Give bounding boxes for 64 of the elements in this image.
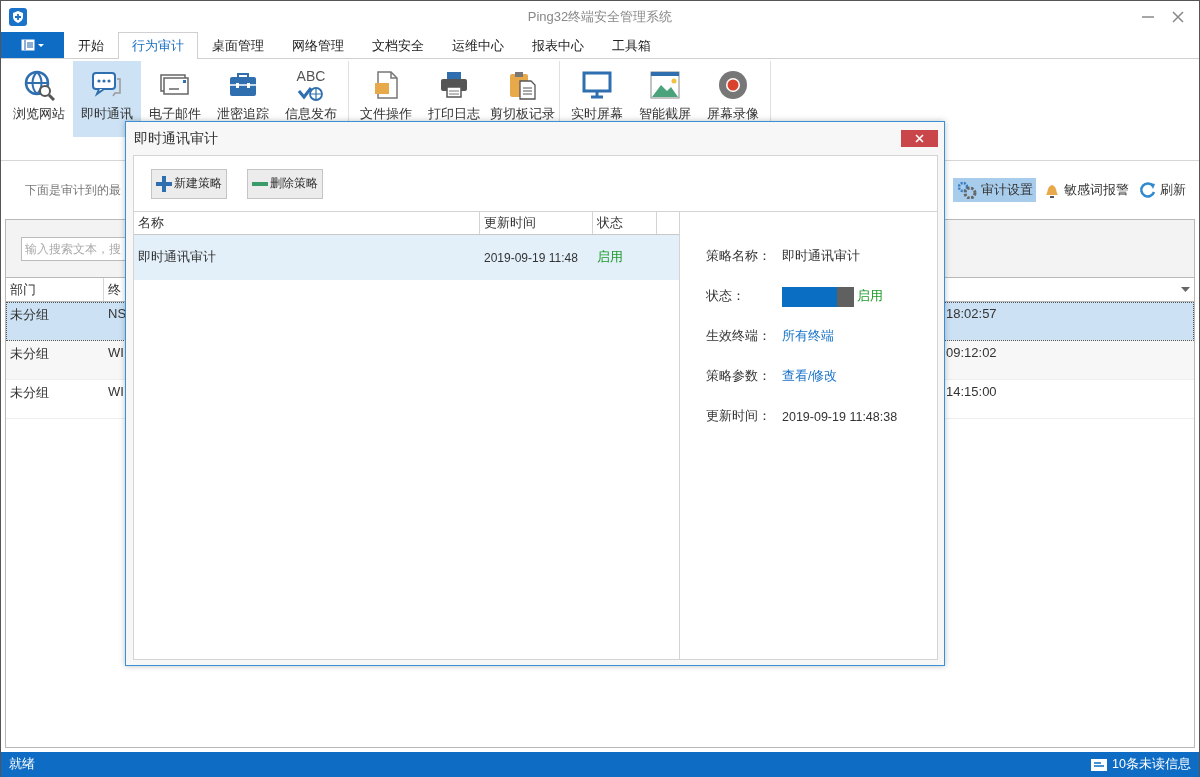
gears-icon	[956, 181, 978, 199]
field-label: 更新时间：	[706, 408, 772, 425]
info-text: 下面是审计到的最	[25, 182, 121, 198]
ribbon-tab[interactable]: 网络管理	[278, 32, 358, 59]
minimize-icon	[1142, 15, 1154, 18]
ribbon-tab[interactable]: 文档安全	[358, 32, 438, 59]
field-value: 2019-09-19 11:48:38	[782, 409, 898, 424]
image-icon	[649, 69, 681, 101]
refresh-icon	[1139, 181, 1157, 199]
dropdown-icon	[1181, 287, 1190, 292]
column-header[interactable]: 更新时间	[480, 212, 593, 234]
toolbar-button[interactable]: 删除策略	[247, 168, 323, 199]
window-title: Ping32终端安全管理系统	[527, 7, 673, 26]
status-text: 启用	[857, 288, 883, 305]
plus-icon	[156, 175, 172, 192]
list-row[interactable]: 即时通讯审计 2019-09-19 11:48 启用	[134, 235, 679, 280]
check-globe-icon	[298, 86, 324, 101]
ribbon-tab[interactable]: 报表中心	[518, 32, 598, 59]
ribbon-button[interactable]: ABC 信息发布	[277, 61, 345, 137]
toolbar-button[interactable]: 新建策略	[151, 168, 227, 199]
toolbar-button[interactable]: 刷新	[1136, 178, 1189, 202]
unread-messages-text[interactable]: 10条未读信息	[1112, 756, 1191, 773]
ribbon-tab[interactable]: 运维中心	[438, 32, 518, 59]
record-icon	[717, 69, 749, 101]
globe-search-icon	[23, 69, 55, 101]
toolbar-button[interactable]: 审计设置	[953, 178, 1036, 202]
ribbon-tab[interactable]: 开始	[64, 32, 118, 59]
column-header[interactable]: 状态	[593, 212, 657, 234]
field-label: 策略参数：	[706, 368, 772, 385]
link[interactable]: 所有终端	[782, 328, 834, 345]
ribbon-button[interactable]: 剪切板记录	[488, 61, 556, 137]
app-menu-button[interactable]	[1, 32, 64, 58]
ribbon-tab[interactable]: 桌面管理	[198, 32, 278, 59]
column-header[interactable]: 部门	[6, 278, 104, 301]
field-label: 状态：	[706, 288, 746, 305]
link[interactable]: 查看/修改	[782, 368, 838, 385]
close-icon	[1172, 10, 1184, 23]
abc-label: ABC	[296, 70, 326, 82]
printer-icon	[438, 69, 470, 101]
toolbar-button[interactable]: 敏感词报警	[1040, 178, 1132, 202]
shield-icon	[9, 7, 27, 26]
column-header[interactable]: 名称	[134, 212, 480, 234]
field-value: 即时通讯审计	[782, 248, 860, 265]
field-label: 生效终端：	[706, 328, 772, 345]
ribbon-button[interactable]: 智能截屏	[631, 61, 699, 137]
toggle-switch[interactable]	[782, 286, 854, 307]
message-icon	[1091, 758, 1108, 771]
status-text: 启用	[596, 249, 624, 266]
status-text: 就绪	[9, 756, 35, 773]
ribbon-button[interactable]: 实时屏幕	[563, 61, 631, 137]
close-button[interactable]	[901, 130, 938, 147]
ribbon-button[interactable]: 打印日志	[420, 61, 488, 137]
ribbon-tab[interactable]: 工具箱	[598, 32, 665, 59]
ribbon-button[interactable]: 文件操作	[352, 61, 420, 137]
close-icon	[915, 134, 924, 143]
minus-icon	[252, 181, 268, 186]
ribbon-button[interactable]: 浏览网站	[5, 61, 73, 137]
monitor-icon	[581, 69, 613, 101]
ribbon-tab[interactable]: 行为审计	[118, 32, 198, 59]
table-cell-text: 即时通讯审计	[137, 249, 217, 266]
ribbon-button[interactable]: 屏幕录像	[699, 61, 767, 137]
field-label: 策略名称：	[706, 248, 772, 265]
table-cell-text: 2019-09-19 11:48	[483, 250, 579, 265]
panel-icon	[20, 39, 45, 51]
